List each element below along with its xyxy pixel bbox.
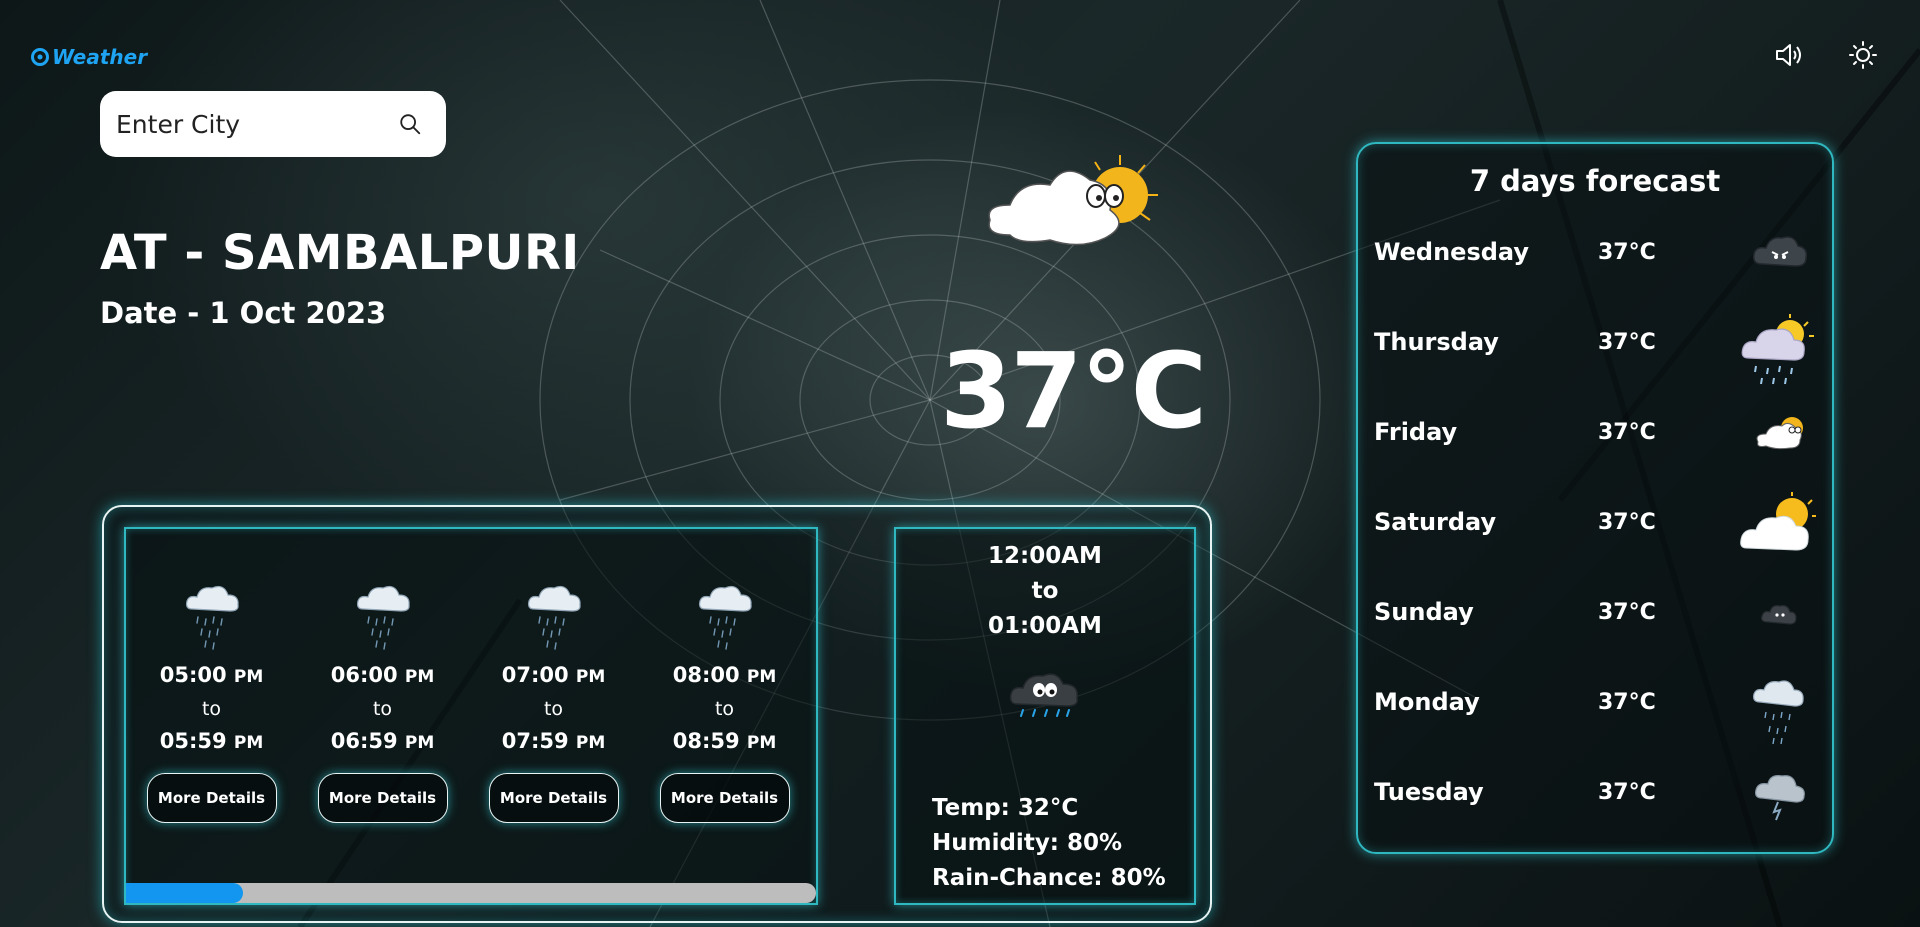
forecast-day: Wednesday: [1374, 238, 1530, 266]
forecast-day: Sunday: [1374, 598, 1474, 626]
rain-cloud-icon: [524, 579, 584, 655]
forecast-temp: 37°C: [1598, 509, 1656, 535]
thunder-cloud-icon: [1740, 762, 1818, 822]
rain-cloud-icon: [182, 579, 242, 655]
partly-sunny-icon: [1740, 492, 1818, 552]
forecast-temp: 37°C: [1598, 419, 1656, 445]
rain-cloud-icon: [695, 579, 755, 655]
detail-to-label: to: [1031, 578, 1059, 604]
forecast-temp: 37°C: [1598, 329, 1656, 355]
more-details-button[interactable]: More Details: [317, 773, 448, 823]
forecast-row[interactable]: Friday 37°C: [1374, 402, 1818, 462]
hour-end: 07:59 PM: [501, 729, 606, 753]
hour-to-label: to: [372, 698, 393, 720]
detail-temp: Temp: 32°C: [932, 795, 1079, 821]
forecast-temp: 37°C: [1598, 239, 1656, 265]
rain-cloud-icon: [353, 579, 413, 655]
sun-rain-cloud-icon: [1740, 312, 1818, 385]
forecast-row[interactable]: Saturday 37°C: [1374, 492, 1818, 552]
forecast-day: Tuesday: [1374, 778, 1484, 806]
hour-detail-card: 12:00AM to 01:00AM Temp: 32°C Humidity: …: [894, 527, 1196, 905]
search-icon[interactable]: [398, 111, 422, 137]
hour-end: 08:59 PM: [672, 729, 777, 753]
app-logo[interactable]: Weather: [30, 45, 147, 69]
hour-to-label: to: [543, 698, 564, 720]
current-date: Date - 1 Oct 2023: [100, 296, 387, 330]
hourly-forecast-list[interactable]: 05:00 PM to 05:59 PM More Details 06:00 PM to…: [124, 527, 818, 905]
hour-end: 05:59 PM: [159, 729, 264, 753]
forecast-day: Monday: [1374, 688, 1480, 716]
forecast-title: 7 days forecast: [1469, 164, 1721, 198]
header-actions: [1772, 38, 1880, 72]
detail-rain-chance: Rain-Chance: 80%: [932, 865, 1166, 891]
hour-start: 05:00 PM: [159, 663, 264, 687]
forecast-row[interactable]: Wednesday 37°C: [1374, 222, 1818, 282]
more-details-button[interactable]: More Details: [488, 773, 619, 823]
city-search-input[interactable]: [114, 108, 398, 140]
speaker-icon[interactable]: [1772, 38, 1806, 72]
storm-cloud-icon: [1740, 222, 1818, 282]
sun-behind-cloud-icon: [988, 155, 1158, 246]
current-temperature: 37°C: [940, 330, 1207, 452]
city-title: AT - SAMBALPURI: [100, 225, 580, 281]
dark-cloud-icon: [1740, 582, 1818, 642]
city-search-box: [100, 91, 446, 157]
more-details-button[interactable]: More Details: [146, 773, 277, 823]
forecast-day: Friday: [1374, 418, 1458, 446]
forecast-temp: 37°C: [1598, 599, 1656, 625]
forecast-temp: 37°C: [1598, 779, 1656, 805]
forecast-day: Saturday: [1374, 508, 1497, 536]
hourly-item: 05:00 PM to 05:59 PM More Details: [126, 529, 297, 823]
logo-text: Weather: [52, 45, 148, 69]
hour-start: 08:00 PM: [672, 663, 777, 687]
detail-from-time: 12:00AM: [988, 543, 1102, 569]
hourly-panel: 05:00 PM to 05:59 PM More Details 06:00 PM to…: [102, 505, 1212, 923]
forecast-day: Thursday: [1374, 328, 1499, 356]
hourly-scrollbar[interactable]: [126, 883, 816, 903]
hourly-scrollbar-thumb[interactable]: [126, 883, 244, 903]
hour-end: 06:59 PM: [330, 729, 435, 753]
hour-to-label: to: [201, 698, 222, 720]
forecast-temp: 37°C: [1598, 689, 1656, 715]
forecast-row[interactable]: Monday 37°C: [1374, 672, 1818, 745]
forecast-row[interactable]: Sunday 37°C: [1374, 582, 1818, 642]
seven-day-forecast: 7 days forecast Wednesday 37°C Thursday 37°…: [1356, 142, 1834, 854]
hourly-item: 07:00 PM to 07:59 PM More Details: [468, 529, 639, 823]
rain-cloud-icon: [1740, 672, 1818, 745]
sun-behind-cloud-icon: [1740, 402, 1818, 462]
forecast-row[interactable]: Thursday 37°C: [1374, 312, 1818, 385]
hour-start: 06:00 PM: [330, 663, 435, 687]
hourly-item: 06:00 PM to 06:59 PM More Details: [297, 529, 468, 823]
hour-start: 07:00 PM: [501, 663, 606, 687]
detail-humidity: Humidity: 80%: [932, 830, 1123, 856]
hour-to-label: to: [714, 698, 735, 720]
rain-cloud-icon: [1009, 673, 1079, 717]
more-details-button[interactable]: More Details: [659, 773, 790, 823]
detail-until-time: 01:00AM: [988, 613, 1102, 639]
forecast-row[interactable]: Tuesday 37°C: [1374, 762, 1818, 822]
logo-swirl-icon: [31, 48, 49, 66]
hourly-item: 08:00 PM to 08:59 PM More Details: [639, 529, 810, 823]
sun-icon[interactable]: [1846, 38, 1880, 72]
